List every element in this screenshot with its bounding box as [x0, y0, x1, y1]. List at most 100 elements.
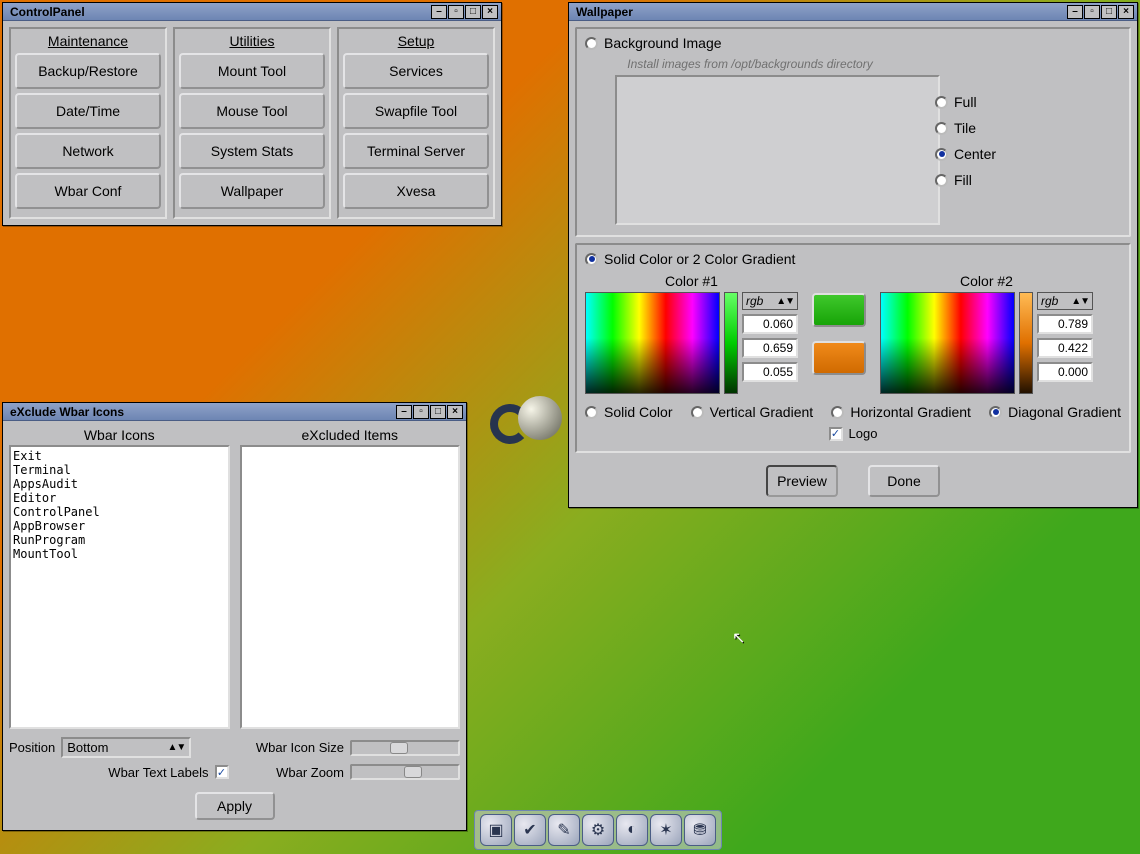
date-time-button[interactable]: Date/Time — [15, 93, 161, 129]
excluded-header: eXcluded Items — [240, 427, 461, 443]
apply-button[interactable]: Apply — [195, 792, 275, 820]
controlpanel-icon[interactable]: ⚙ — [582, 814, 614, 846]
color1-picker[interactable] — [585, 292, 720, 394]
restore-icon[interactable]: ▫ — [413, 405, 429, 419]
bgimage-group: Background Image Install images from /op… — [575, 27, 1131, 237]
system-stats-button[interactable]: System Stats — [179, 133, 325, 169]
radio-icon[interactable] — [691, 406, 704, 419]
dock: ▣✔✎⚙◐✶⛃ — [474, 810, 722, 850]
done-button[interactable]: Done — [868, 465, 940, 497]
swatch-color2[interactable] — [812, 341, 866, 375]
list-item[interactable]: ControlPanel — [13, 505, 226, 519]
preview-button[interactable]: Preview — [766, 465, 838, 497]
zoom-label: Wbar Zoom — [276, 765, 344, 780]
wbar-icons-list[interactable]: ExitTerminalAppsAuditEditorControlPanelA… — [9, 445, 230, 729]
iconsize-slider[interactable] — [350, 740, 460, 756]
minimize-icon[interactable]: – — [396, 405, 412, 419]
color2-huebar[interactable] — [1019, 292, 1033, 394]
radio-icon[interactable] — [935, 122, 948, 135]
bg-preview-box[interactable] — [615, 75, 940, 225]
wbar-conf-button[interactable]: Wbar Conf — [15, 173, 161, 209]
mount-icon[interactable]: ⛃ — [684, 814, 716, 846]
bgimage-radio[interactable] — [585, 37, 598, 50]
list-item[interactable]: AppBrowser — [13, 519, 226, 533]
list-item[interactable]: Exit — [13, 449, 226, 463]
browser-icon[interactable]: ◐ — [616, 814, 648, 846]
list-item[interactable]: Terminal — [13, 463, 226, 477]
gradopt-horizontal-gradient[interactable]: Horizontal Gradient — [831, 404, 971, 420]
maximize-icon[interactable]: □ — [465, 5, 481, 19]
bgmode-full[interactable]: Full — [935, 94, 996, 110]
column-header: Maintenance — [15, 33, 161, 49]
excluded-items-list[interactable] — [240, 445, 461, 729]
bg-hint: Install images from /opt/backgrounds dir… — [585, 57, 915, 71]
wallpaper-button[interactable]: Wallpaper — [179, 173, 325, 209]
position-value: Bottom — [67, 740, 108, 755]
network-button[interactable]: Network — [15, 133, 161, 169]
color1-b-input[interactable] — [742, 362, 798, 382]
color2-mode-select[interactable]: rgb▲▼ — [1037, 292, 1093, 310]
radio-icon[interactable] — [831, 406, 844, 419]
close-icon[interactable]: × — [482, 5, 498, 19]
bgmode-label: Center — [954, 146, 996, 162]
swapfile-tool-button[interactable]: Swapfile Tool — [343, 93, 489, 129]
wallpaper-titlebar[interactable]: Wallpaper – ▫ □ × — [569, 3, 1137, 21]
restore-icon[interactable]: ▫ — [448, 5, 464, 19]
minimize-icon[interactable]: – — [1067, 5, 1083, 19]
maximize-icon[interactable]: □ — [1101, 5, 1117, 19]
color2-b-input[interactable] — [1037, 362, 1093, 382]
gradopt-diagonal-gradient[interactable]: Diagonal Gradient — [989, 404, 1121, 420]
services-button[interactable]: Services — [343, 53, 489, 89]
close-icon[interactable]: × — [447, 405, 463, 419]
exclude-titlebar[interactable]: eXclude Wbar Icons – ▫ □ × — [3, 403, 466, 421]
bgmode-tile[interactable]: Tile — [935, 120, 996, 136]
maximize-icon[interactable]: □ — [430, 405, 446, 419]
radio-icon[interactable] — [989, 406, 1002, 419]
radio-icon[interactable] — [935, 174, 948, 187]
gradient-title: Solid Color or 2 Color Gradient — [604, 251, 795, 267]
xvesa-button[interactable]: Xvesa — [343, 173, 489, 209]
color1-label: Color #1 — [665, 273, 718, 289]
color1-g-input[interactable] — [742, 338, 798, 358]
color1-huebar[interactable] — [724, 292, 738, 394]
bgimage-title: Background Image — [604, 35, 722, 51]
swatch-color1[interactable] — [812, 293, 866, 327]
editor-icon[interactable]: ✎ — [548, 814, 580, 846]
backup-restore-button[interactable]: Backup/Restore — [15, 53, 161, 89]
bgmode-center[interactable]: Center — [935, 146, 996, 162]
bgmode-fill[interactable]: Fill — [935, 172, 996, 188]
logo-checkbox[interactable]: ✓ — [829, 427, 843, 441]
radio-icon[interactable] — [585, 406, 598, 419]
gradopt-vertical-gradient[interactable]: Vertical Gradient — [691, 404, 814, 420]
zoom-slider[interactable] — [350, 764, 460, 780]
list-item[interactable]: Editor — [13, 491, 226, 505]
controlpanel-titlebar[interactable]: ControlPanel – ▫ □ × — [3, 3, 501, 21]
bgmode-label: Tile — [954, 120, 976, 136]
textlabels-checkbox[interactable]: ✓ — [215, 765, 229, 779]
radio-icon[interactable] — [935, 148, 948, 161]
mouse-tool-button[interactable]: Mouse Tool — [179, 93, 325, 129]
apps-icon[interactable]: ✔ — [514, 814, 546, 846]
list-item[interactable]: MountTool — [13, 547, 226, 561]
color2-r-input[interactable] — [1037, 314, 1093, 334]
color1-r-input[interactable] — [742, 314, 798, 334]
mount-tool-button[interactable]: Mount Tool — [179, 53, 325, 89]
list-item[interactable]: AppsAudit — [13, 477, 226, 491]
terminal-server-button[interactable]: Terminal Server — [343, 133, 489, 169]
color2-g-input[interactable] — [1037, 338, 1093, 358]
position-select[interactable]: Bottom ▲▼ — [61, 737, 191, 758]
color1-mode-select[interactable]: rgb▲▼ — [742, 292, 798, 310]
gradopt-solid-color[interactable]: Solid Color — [585, 404, 672, 420]
gradient-radio[interactable] — [585, 253, 598, 266]
list-item[interactable]: RunProgram — [13, 533, 226, 547]
restore-icon[interactable]: ▫ — [1084, 5, 1100, 19]
minimize-icon[interactable]: – — [431, 5, 447, 19]
controlpanel-window: ControlPanel – ▫ □ × Maintenance Backup/R… — [2, 2, 502, 226]
radio-icon[interactable] — [935, 96, 948, 109]
run-icon[interactable]: ✶ — [650, 814, 682, 846]
close-icon[interactable]: × — [1118, 5, 1134, 19]
iconsize-label: Wbar Icon Size — [256, 740, 344, 755]
color2-picker[interactable] — [880, 292, 1015, 394]
gradient-group: Solid Color or 2 Color Gradient Color #1… — [575, 243, 1131, 453]
terminal-icon[interactable]: ▣ — [480, 814, 512, 846]
